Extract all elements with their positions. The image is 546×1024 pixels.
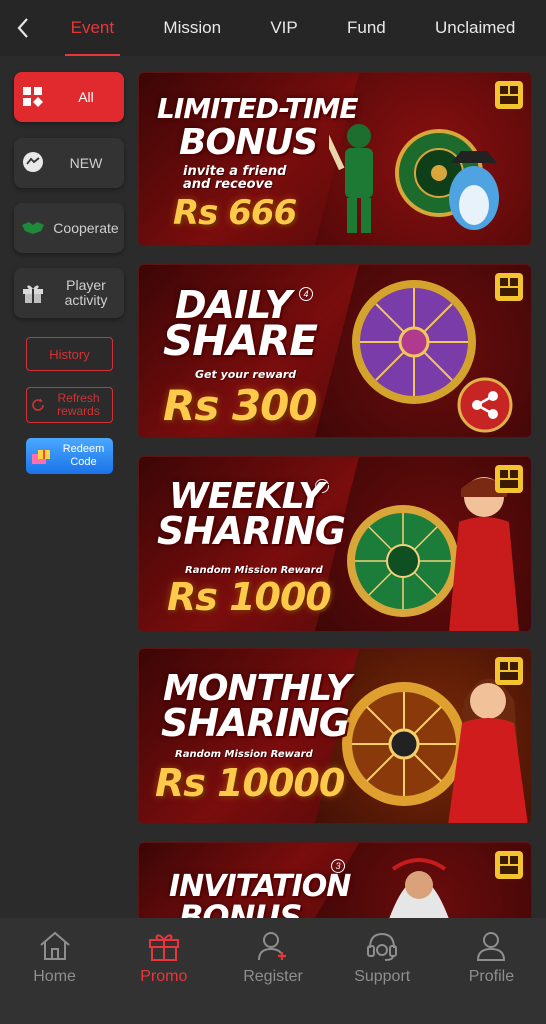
gift-box-icon	[14, 281, 52, 305]
tab-bar: Event Mission VIP Fund Unclaimed	[46, 0, 546, 56]
nav-register[interactable]: Register	[218, 918, 327, 1024]
banner-subtitle: Get your reward	[195, 368, 297, 381]
top-nav: Event Mission VIP Fund Unclaimed	[0, 0, 546, 56]
share-icon	[457, 377, 513, 433]
history-button[interactable]: History	[26, 337, 113, 371]
nav-label: Promo	[140, 968, 188, 985]
nav-label: Support	[354, 968, 411, 985]
category-label: Player activity	[64, 277, 108, 308]
redeem-code-button[interactable]: Redeem Code	[26, 438, 113, 474]
banner-amount: Rs 1000	[167, 575, 332, 619]
nav-label: Register	[243, 968, 303, 985]
history-label: History	[49, 346, 90, 362]
nav-profile[interactable]: Profile	[437, 918, 546, 1024]
tab-fund[interactable]: Fund	[341, 0, 392, 56]
bottom-nav: Home Promo Register Support Profile	[0, 918, 546, 1024]
tab-unclaimed[interactable]: Unclaimed	[429, 0, 521, 56]
promo-banner-limited-time-bonus[interactable]: LIMITED-TIME BONUS invite a friend and r…	[138, 72, 532, 246]
chevron-left-icon	[17, 18, 28, 38]
promo-banner-daily-share[interactable]: 4 DAILY SHARE Get your reward Rs 300	[138, 264, 532, 438]
add-user-icon	[258, 932, 286, 961]
category-new[interactable]: NEW	[14, 138, 124, 188]
tab-vip[interactable]: VIP	[264, 0, 303, 56]
refresh-icon	[32, 398, 44, 411]
handshake-icon	[14, 219, 52, 237]
nav-promo[interactable]: Promo	[109, 918, 218, 1024]
nav-label: Profile	[468, 968, 515, 985]
nav-label: Home	[33, 968, 76, 985]
headset-icon	[367, 932, 398, 961]
refresh-label: Refresh rewards	[57, 391, 100, 418]
banner-amount: Rs 666	[173, 193, 297, 233]
category-label: Cooperate	[53, 219, 119, 236]
man-in-keffiyeh-image	[389, 858, 449, 918]
banner-subtitle: invite a friend and receove	[183, 164, 287, 192]
tab-mission[interactable]: Mission	[157, 0, 227, 56]
category-player-activity[interactable]: Player activity	[14, 268, 124, 318]
banner-amount: Rs 10000	[155, 761, 345, 805]
gift-stack-icon	[32, 450, 50, 464]
nav-support[interactable]: Support	[328, 918, 437, 1024]
tab-event[interactable]: Event	[64, 0, 121, 56]
banner-amount: Rs 300	[163, 381, 318, 430]
category-label: NEW	[69, 154, 103, 171]
nav-home[interactable]: Home	[0, 918, 109, 1024]
back-button[interactable]	[0, 0, 46, 56]
banner-title-line2: BONUS	[179, 898, 302, 918]
brand-logo-badge	[495, 851, 523, 879]
promo-banner-monthly-sharing[interactable]: MONTHLY SHARING Random Mission Reward Rs…	[138, 648, 532, 824]
banner-title-line2: BONUS	[179, 122, 318, 163]
sidebar: All NEW Cooperate Player activity Histor…	[0, 56, 138, 918]
brand-logo-badge	[495, 273, 523, 301]
banner-number-badge: 4	[299, 287, 313, 301]
promo-banner-weekly-sharing[interactable]: 5 WEEKLY SHARING Random Mission Reward R…	[138, 456, 532, 632]
brand-logo-badge	[495, 465, 523, 493]
redeem-label: Redeem Code	[62, 443, 105, 468]
category-cooperate[interactable]: Cooperate	[14, 203, 124, 253]
cricket-player-image	[329, 124, 373, 233]
banner-title-line2: SHARING	[161, 701, 350, 745]
brand-logo-badge	[495, 657, 523, 685]
category-label: All	[78, 88, 94, 105]
woman-in-red-image	[448, 678, 528, 823]
user-icon	[477, 932, 506, 961]
promo-banner-invitation-bonus[interactable]: 3 INVITATION BONUS	[138, 842, 532, 918]
category-all[interactable]: All	[14, 72, 124, 122]
banner-title-line2: SHARE	[163, 316, 318, 365]
shark-mascot-image	[449, 151, 499, 230]
gift-icon	[148, 934, 179, 961]
refresh-rewards-button[interactable]: Refresh rewards	[26, 387, 113, 423]
grid-icon	[14, 86, 52, 108]
brand-logo-badge	[495, 81, 523, 109]
home-icon	[39, 931, 70, 960]
banner-title-line2: SHARING	[157, 509, 346, 553]
chat-bubble-icon	[14, 150, 52, 176]
banner-subtitle: Random Mission Reward	[175, 749, 313, 760]
